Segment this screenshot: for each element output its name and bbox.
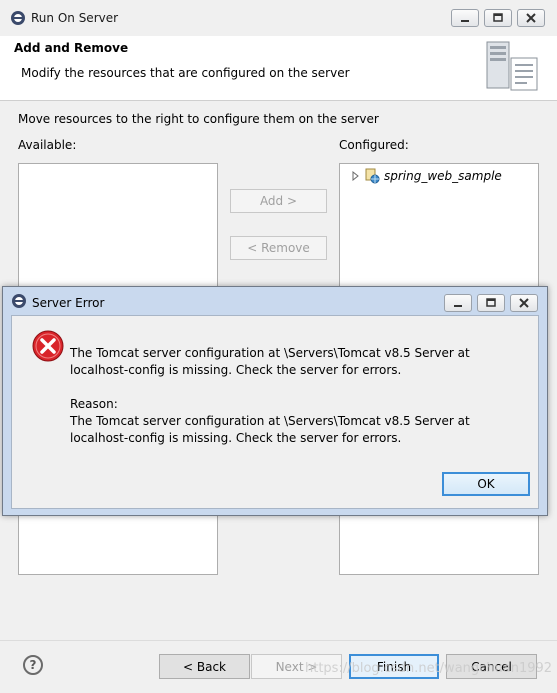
wizard-header: Add and Remove Modify the resources that…: [0, 36, 557, 101]
maximize-button[interactable]: [484, 9, 512, 27]
close-icon: [519, 298, 529, 308]
reason-line: localhost-config is missing. Check the s…: [70, 431, 402, 445]
reason-line: The Tomcat server configuration at \Serv…: [70, 414, 470, 428]
dialog-minimize-button[interactable]: [444, 294, 472, 312]
server-error-dialog: Server Error The Tomcat server configura…: [2, 286, 548, 516]
maximize-icon: [486, 298, 496, 307]
dialog-body: The Tomcat server configuration at \Serv…: [11, 315, 539, 509]
add-button[interactable]: Add >: [230, 189, 327, 213]
back-button[interactable]: < Back: [159, 654, 250, 679]
help-icon: ?: [29, 658, 37, 672]
close-button[interactable]: [517, 9, 545, 27]
ok-button[interactable]: OK: [442, 472, 530, 496]
eclipse-app-icon: [11, 11, 25, 25]
minimize-icon: [461, 20, 469, 22]
error-reason: Reason: The Tomcat server configuration …: [70, 396, 510, 447]
server-illustration-icon: [486, 41, 538, 91]
configured-item-label: spring_web_sample: [384, 169, 502, 183]
dialog-title: Server Error: [32, 296, 105, 310]
dialog-close-button[interactable]: [510, 294, 538, 312]
close-icon: [526, 13, 536, 23]
available-label: Available:: [18, 138, 77, 152]
minimize-button[interactable]: [451, 9, 479, 27]
eclipse-app-icon: [12, 294, 26, 308]
error-message-line: localhost-config is missing. Check the s…: [70, 363, 402, 377]
footer-separator: [0, 640, 557, 641]
cancel-button[interactable]: Cancel: [446, 654, 537, 679]
dialog-maximize-button[interactable]: [477, 294, 505, 312]
error-message-line: The Tomcat server configuration at \Serv…: [70, 346, 470, 360]
web-project-icon: [365, 168, 380, 184]
error-message: The Tomcat server configuration at \Serv…: [70, 345, 510, 379]
configured-item[interactable]: spring_web_sample: [352, 168, 502, 184]
window-title: Run On Server: [31, 11, 119, 25]
remove-button[interactable]: < Remove: [230, 236, 327, 260]
configured-label: Configured:: [339, 138, 409, 152]
reason-label: Reason:: [70, 397, 118, 411]
minimize-icon: [454, 305, 462, 307]
help-button[interactable]: ?: [23, 655, 43, 675]
window-titlebar[interactable]: Run On Server: [0, 0, 557, 36]
error-icon: [32, 330, 64, 362]
next-button[interactable]: Next >: [251, 654, 342, 679]
maximize-icon: [493, 13, 503, 22]
expand-arrow-icon[interactable]: [352, 171, 360, 181]
finish-button[interactable]: Finish: [349, 654, 439, 679]
dialog-titlebar[interactable]: Server Error: [3, 287, 547, 315]
page-title: Add and Remove: [14, 41, 129, 55]
instruction-text: Move resources to the right to configure…: [18, 112, 379, 126]
page-description: Modify the resources that are configured…: [21, 66, 350, 80]
